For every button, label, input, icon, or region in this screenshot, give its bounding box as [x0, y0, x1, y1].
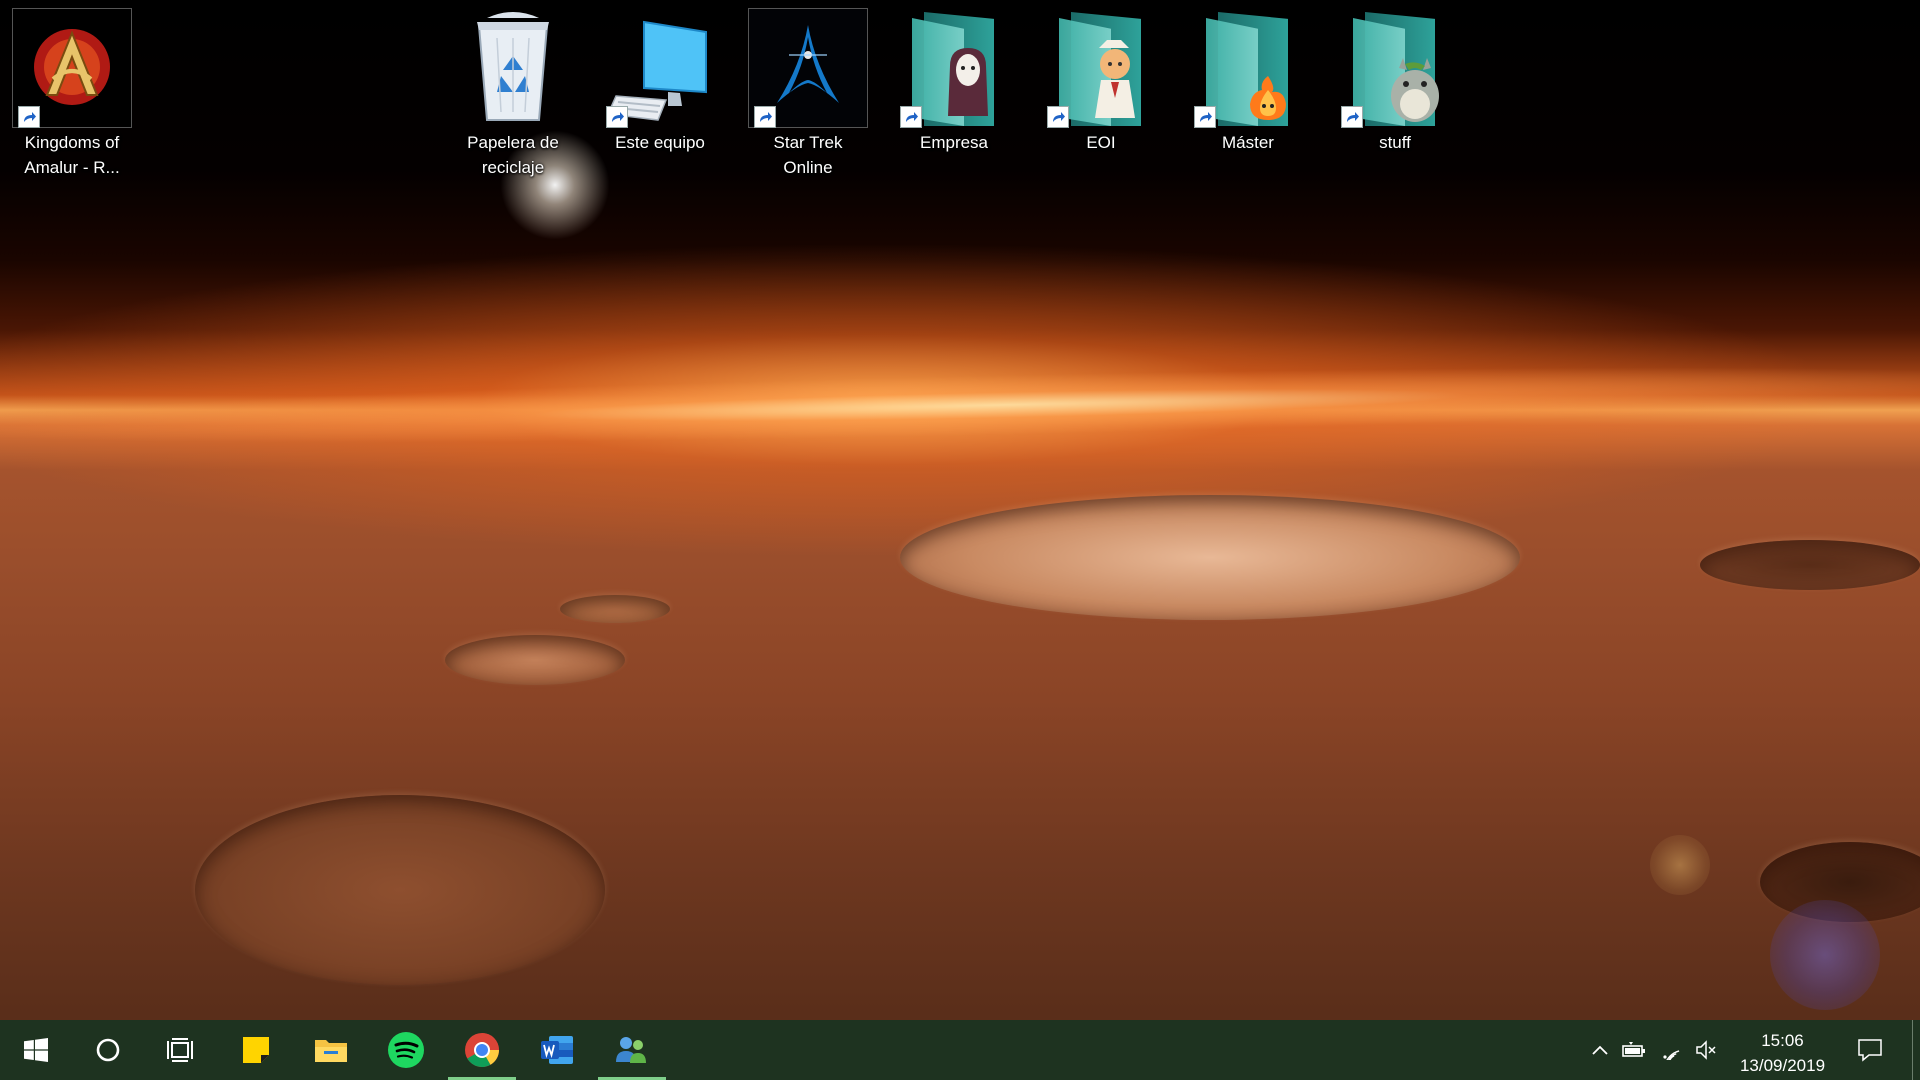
- taskbar: 15:06 13/09/2019: [0, 1020, 1920, 1080]
- clock-date: 13/09/2019: [1739, 1056, 1826, 1075]
- taskbar-app-chrome[interactable]: [446, 1020, 518, 1080]
- desktop-icon-label: Máster: [1222, 133, 1274, 152]
- task-view-icon: [167, 1038, 193, 1062]
- crater: [560, 595, 670, 623]
- search-button[interactable]: [72, 1020, 144, 1080]
- horizon-glow: [0, 351, 1920, 459]
- volume-button[interactable]: [1693, 1038, 1721, 1062]
- shortcut-arrow-icon: [18, 106, 40, 128]
- chevron-up-icon: [1592, 1045, 1608, 1055]
- desktop-icon-label: EOI: [1086, 133, 1116, 152]
- taskbar-app-spotify[interactable]: [370, 1020, 442, 1080]
- network-button[interactable]: [1658, 1038, 1686, 1062]
- task-view-button[interactable]: [144, 1020, 216, 1080]
- recycle-bin-icon: [467, 8, 559, 131]
- folder-icon: [315, 1040, 347, 1062]
- clock-time: 15:06: [1761, 1031, 1804, 1050]
- word-icon: [541, 1036, 573, 1064]
- people-icon: [616, 1037, 646, 1063]
- desktop-icon-kingdoms-of-amalur[interactable]: Kingdoms of Amalur - R...: [12, 6, 132, 180]
- lens-flare: [1770, 900, 1880, 1010]
- shortcut-arrow-icon: [1341, 106, 1363, 128]
- desktop-icon-recycle-bin[interactable]: Papelera de reciclaje: [453, 6, 573, 180]
- wifi-icon: [1663, 1050, 1680, 1060]
- desktop[interactable]: Kingdoms of Amalur - R... Papelera de re…: [0, 0, 1920, 1080]
- taskbar-app-file-explorer[interactable]: [295, 1020, 367, 1080]
- desktop-icon-label: Empresa: [919, 133, 989, 152]
- desktop-icon-label: stuff: [1379, 133, 1411, 152]
- battery-icon: [1622, 1042, 1645, 1057]
- lens-flare: [1650, 835, 1710, 895]
- windows-logo-icon: [24, 1038, 48, 1062]
- spotify-icon: [388, 1032, 424, 1068]
- taskbar-app-sticky-notes[interactable]: [220, 1020, 292, 1080]
- show-hidden-icons-button[interactable]: [1586, 1038, 1614, 1062]
- desktop-icon-label: Papelera de reciclaje: [467, 133, 559, 177]
- shortcut-arrow-icon: [754, 106, 776, 128]
- shortcut-arrow-icon: [1047, 106, 1069, 128]
- desktop-icon-label: Kingdoms of Amalur - R...: [24, 133, 120, 177]
- shortcut-arrow-icon: [1194, 106, 1216, 128]
- start-button[interactable]: [0, 1020, 72, 1080]
- desktop-icon-star-trek-online[interactable]: Star Trek Online: [748, 6, 868, 180]
- action-center-button[interactable]: [1856, 1038, 1884, 1062]
- desktop-icon-label: Star Trek Online: [773, 133, 843, 177]
- taskbar-app-word[interactable]: [521, 1020, 593, 1080]
- chrome-icon: [465, 1033, 499, 1067]
- desktop-icon-este-equipo[interactable]: Este equipo: [600, 6, 720, 155]
- show-desktop-button[interactable]: [1912, 1020, 1920, 1080]
- desktop-icon-empresa[interactable]: Empresa: [894, 6, 1014, 155]
- clock[interactable]: 15:06 13/09/2019: [1725, 1028, 1840, 1078]
- action-center-icon: [1858, 1039, 1882, 1062]
- crater: [195, 795, 605, 985]
- cortana-circle-icon: [96, 1038, 120, 1062]
- volume-muted-icon: [1696, 1040, 1716, 1060]
- crater: [1700, 540, 1920, 590]
- shortcut-arrow-icon: [900, 106, 922, 128]
- crater: [900, 495, 1520, 620]
- desktop-icon-label: Este equipo: [615, 133, 705, 152]
- crater: [445, 635, 625, 685]
- battery-button[interactable]: [1620, 1038, 1648, 1062]
- shortcut-arrow-icon: [606, 106, 628, 128]
- desktop-icon-eoi[interactable]: EOI: [1041, 6, 1161, 155]
- desktop-icon-master[interactable]: Máster: [1188, 6, 1308, 155]
- desktop-icon-stuff[interactable]: stuff: [1335, 6, 1455, 155]
- sticky-notes-icon: [243, 1037, 269, 1063]
- taskbar-app-people[interactable]: [596, 1020, 668, 1080]
